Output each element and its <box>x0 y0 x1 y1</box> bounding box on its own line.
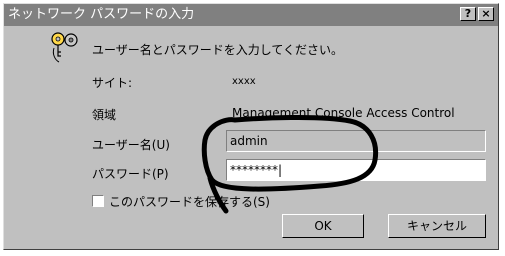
highlight-annotation <box>201 114 379 214</box>
